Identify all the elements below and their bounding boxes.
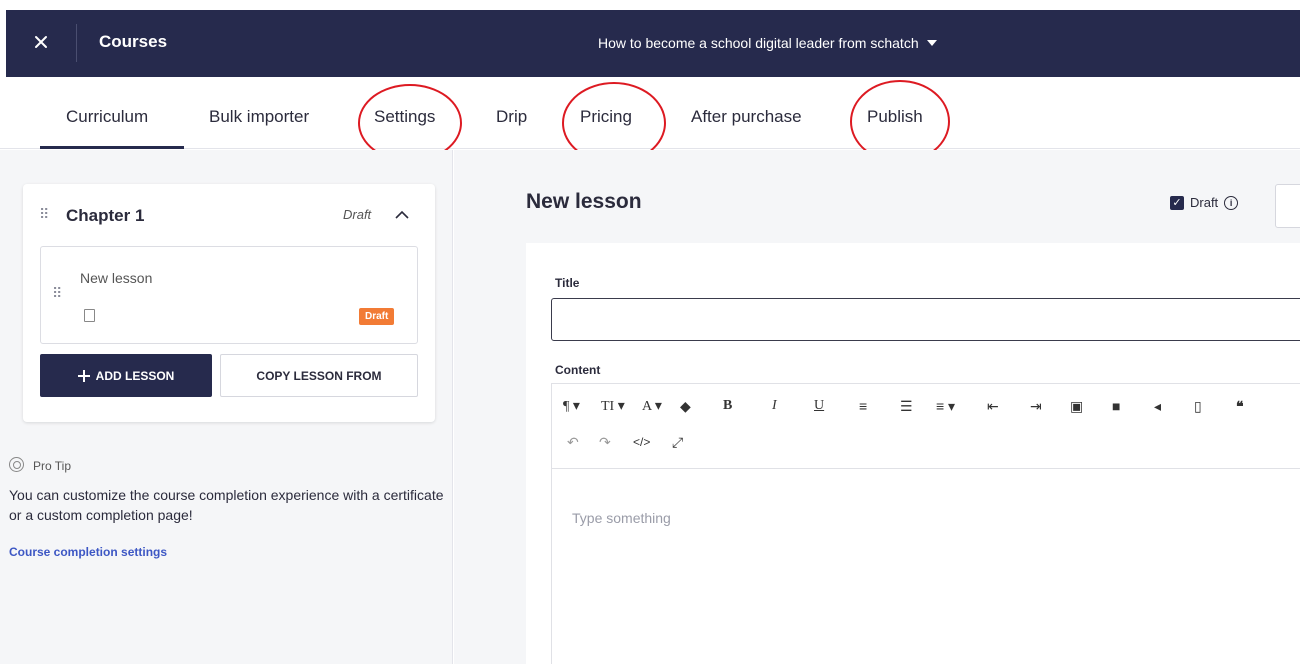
content-editor[interactable]: ¶ ▾ TI ▾ A ▾ ◆ B I U ≡ ☰ ≡ ▾ ⇤ ⇥ ▣ ■ ◂ ▯… [551, 383, 1300, 664]
paragraph-format-icon[interactable]: ¶ ▾ [563, 398, 580, 415]
editor-toolbar: ¶ ▾ TI ▾ A ▾ ◆ B I U ≡ ☰ ≡ ▾ ⇤ ⇥ ▣ ■ ◂ ▯… [552, 384, 1300, 469]
close-icon[interactable] [28, 29, 54, 55]
video-icon[interactable]: ■ [1112, 398, 1120, 414]
draft-label: Draft [1190, 195, 1219, 210]
lesson-form: Title Content ¶ ▾ TI ▾ A ▾ ◆ B I U ≡ ☰ ≡… [526, 243, 1300, 664]
indent-icon[interactable]: ⇥ [1030, 398, 1042, 415]
image-icon[interactable]: ▣ [1070, 398, 1083, 415]
underline-icon[interactable]: U [814, 398, 824, 414]
tab-bar: Curriculum Bulk importer Settings Drip P… [0, 77, 1300, 164]
italic-icon[interactable]: I [772, 398, 777, 414]
bold-icon[interactable]: B [723, 398, 732, 414]
page-title: Courses [99, 32, 168, 51]
align-icon[interactable]: ≡ ▾ [936, 398, 955, 415]
tab-pricing[interactable]: Pricing [580, 107, 632, 127]
title-input[interactable] [551, 298, 1300, 341]
document-icon [84, 309, 95, 322]
tab-settings[interactable]: Settings [374, 107, 435, 127]
title-label: Title [555, 276, 580, 290]
lesson-drag-handle-icon[interactable]: ⠿ [52, 285, 62, 302]
curriculum-sidebar: ⠿ Chapter 1 Draft ⠿ New lesson Draft ADD… [0, 150, 453, 664]
ordered-list-icon[interactable]: ≡ [859, 398, 867, 414]
outdent-icon[interactable]: ⇤ [987, 398, 999, 415]
unordered-list-icon[interactable]: ☰ [900, 398, 913, 415]
copy-lesson-button[interactable]: COPY LESSON FROM [220, 354, 418, 397]
lesson-name: New lesson [80, 270, 153, 286]
tab-bulk-importer[interactable]: Bulk importer [209, 107, 309, 127]
audio-icon[interactable]: ◂ [1154, 398, 1161, 415]
lesson-heading: New lesson [526, 190, 642, 213]
status-badge: Draft [359, 308, 395, 325]
undo-icon[interactable]: ↶ [567, 434, 579, 451]
chapter-drag-handle-icon[interactable]: ⠿ [39, 206, 49, 223]
redo-icon[interactable]: ↷ [599, 434, 611, 451]
chapter-status: Draft [343, 207, 372, 222]
course-name: How to become a school digital leader fr… [598, 35, 919, 51]
active-tab-indicator [40, 146, 184, 149]
draft-checkbox[interactable]: ✓ Draft i [1170, 195, 1239, 210]
content-label: Content [555, 363, 601, 377]
lesson-item[interactable]: ⠿ New lesson Draft [40, 246, 418, 344]
course-completion-link[interactable]: Course completion settings [9, 545, 167, 559]
chevron-up-icon[interactable] [395, 206, 413, 224]
lesson-actions-dropdown[interactable] [1275, 184, 1300, 228]
caret-down-icon [926, 40, 937, 46]
tab-publish[interactable]: Publish [867, 107, 923, 127]
tab-drip[interactable]: Drip [496, 107, 527, 127]
course-selector[interactable]: How to become a school digital leader fr… [598, 35, 937, 51]
lesson-editor-panel: New lesson ✓ Draft i Title Content ¶ ▾ T… [454, 150, 1300, 664]
font-size-icon[interactable]: TI ▾ [601, 398, 625, 415]
info-icon[interactable]: i [1224, 195, 1239, 210]
pro-tip-title: Pro Tip [33, 459, 72, 473]
background-color-icon[interactable]: ◆ [680, 398, 691, 415]
checkbox-checked-icon[interactable]: ✓ [1170, 195, 1184, 210]
pro-tip-text: You can customize the course completion … [9, 487, 444, 523]
add-lesson-label: ADD LESSON [95, 368, 175, 383]
tab-after-purchase[interactable]: After purchase [691, 107, 802, 127]
chapter-card: ⠿ Chapter 1 Draft ⠿ New lesson Draft ADD… [23, 184, 435, 422]
text-color-icon[interactable]: A ▾ [642, 398, 662, 415]
plus-icon [77, 369, 90, 382]
editor-placeholder: Type something [572, 510, 671, 526]
tab-curriculum[interactable]: Curriculum [66, 107, 148, 127]
file-icon[interactable]: ▯ [1194, 398, 1202, 415]
fullscreen-icon[interactable]: ⤢ [672, 434, 683, 451]
add-lesson-button[interactable]: ADD LESSON [40, 354, 212, 397]
lifebuoy-icon [9, 457, 24, 472]
code-view-icon[interactable]: </> [633, 435, 650, 449]
quote-icon[interactable]: ❝ [1236, 398, 1244, 415]
top-header: Courses How to become a school digital l… [6, 10, 1300, 77]
header-divider [76, 24, 77, 62]
chapter-title: Chapter 1 [66, 206, 145, 225]
